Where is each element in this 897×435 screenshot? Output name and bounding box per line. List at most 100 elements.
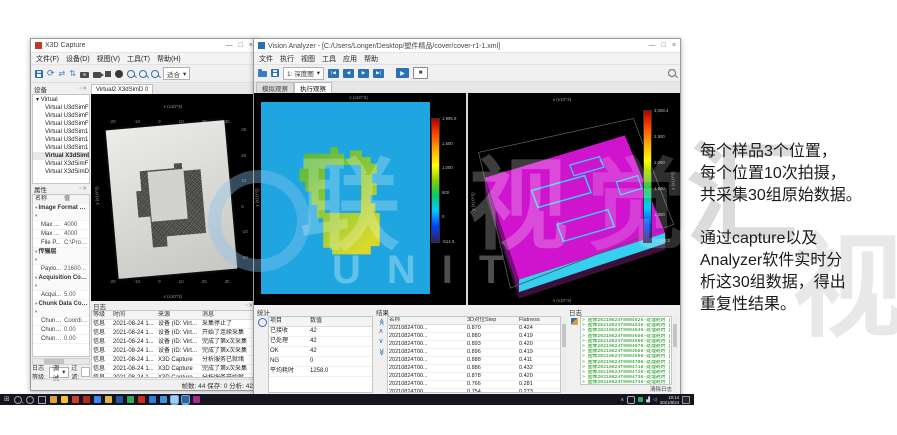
search-icon[interactable]: [668, 69, 676, 77]
props-row[interactable]: Acquisition Control: [33, 274, 89, 291]
capture-viewport-tab[interactable]: Virtual2 X3dSimD 0: [91, 84, 153, 94]
analyzer-close-button[interactable]: ×: [672, 42, 676, 49]
capture-menu-item[interactable]: 工具(T): [127, 54, 150, 64]
result-row[interactable]: 20210824T00... 0.754 0.273: [388, 389, 560, 392]
save-icon[interactable]: [35, 70, 43, 78]
zoom-in-icon[interactable]: [127, 70, 135, 78]
result-row[interactable]: 20210824T00... 0.880 0.419: [388, 333, 560, 341]
device-tree-item[interactable]: Virtual X3dSimF 0: [33, 160, 89, 168]
analyzer-tab[interactable]: 执行观察: [294, 82, 332, 93]
capture-titlebar[interactable]: X3D Capture — □ ×: [31, 39, 257, 53]
taskbar-app-icon[interactable]: [83, 396, 90, 403]
stop-capture-icon[interactable]: [105, 71, 111, 77]
taskbar-clock[interactable]: 10:14 2021/8/24: [660, 395, 679, 405]
taskbar-app-icon[interactable]: [94, 396, 101, 403]
horizontal-scrollbar[interactable]: [32, 358, 90, 365]
taskbar-app-icon[interactable]: [182, 396, 189, 403]
panel-dock-icons[interactable]: ▫✕: [79, 186, 88, 192]
scroll-top-button[interactable]: ≪: [377, 318, 385, 325]
taskbar-app-icon[interactable]: [160, 396, 167, 403]
record-icon[interactable]: [115, 70, 123, 78]
cortana-icon[interactable]: [26, 396, 34, 404]
results-scrollbar[interactable]: [562, 316, 566, 393]
device-tree-item[interactable]: Virtual U3dSimF 0: [33, 104, 89, 112]
analyzer-menu-item[interactable]: 帮助: [364, 54, 378, 64]
taskbar-app-icon[interactable]: [149, 396, 156, 403]
capture-menu-item[interactable]: 文件(F): [36, 54, 59, 64]
first-frame-button[interactable]: |◀: [328, 69, 339, 78]
result-row[interactable]: 20210824T00... 0.893 0.420: [388, 341, 560, 349]
zoom-fit-icon[interactable]: [151, 70, 159, 78]
analyzer-menu-item[interactable]: 文件: [259, 54, 273, 64]
result-row[interactable]: 20210824T00... 0.888 0.411: [388, 357, 560, 365]
analyzer-maximize-button[interactable]: □: [662, 42, 666, 49]
clear-log-button[interactable]: 清除日志: [580, 385, 672, 393]
props-row[interactable]: Chunk... CoordinateC: [33, 317, 89, 326]
video-capture-icon[interactable]: [93, 72, 101, 78]
notification-center-icon[interactable]: [682, 396, 690, 404]
props-row[interactable]: Max ... 4000: [33, 221, 89, 230]
props-row[interactable]: Acqui... 5.00: [33, 291, 89, 300]
clear-log-icon[interactable]: [571, 318, 578, 325]
snapshot-camera-icon[interactable]: [80, 72, 89, 78]
result-row[interactable]: 20210824T00... 0.896 0.419: [388, 349, 560, 357]
capture-menu-item[interactable]: 帮助(H): [157, 54, 181, 64]
capture-menu-item[interactable]: 设备(D): [66, 54, 90, 64]
view-mode-dropdown[interactable]: 1: 深度图 ▾: [283, 67, 324, 80]
disconnect-icon[interactable]: ⇅: [69, 70, 76, 78]
capture-log-row[interactable]: 信息 2021-08-24 1... X3D Capture 完成了第x次采集: [92, 365, 255, 374]
capture-log-row[interactable]: 信息 2021-08-24 1... 设备 (ID: Virt... 采集停止了: [92, 320, 255, 329]
open-folder-icon[interactable]: [258, 71, 267, 77]
zoom-out-icon[interactable]: [139, 70, 147, 78]
props-row[interactable]: Image Format Control: [33, 204, 89, 221]
last-frame-button[interactable]: ▶|: [373, 69, 384, 78]
surface-3d-viewport[interactable]: x (x10^3) y (x10^3) x (x10^3) 3,008.42,: [468, 93, 680, 305]
volume-icon[interactable]: ◁: [653, 397, 657, 403]
tray-status-icon[interactable]: [638, 397, 643, 402]
log-scrollbar[interactable]: [673, 316, 677, 393]
log-level-dropdown[interactable]: 调试 ▾: [49, 367, 70, 378]
capture-maximize-button[interactable]: □: [239, 42, 243, 49]
taskbar-app-icon[interactable]: [50, 396, 57, 403]
taskbar-app-icon[interactable]: [72, 396, 79, 403]
props-row[interactable]: Chunk... 0.00: [33, 335, 89, 344]
stats-row[interactable]: 平均耗时 1258.0: [269, 367, 372, 377]
props-row[interactable]: Max ... 4000: [33, 230, 89, 239]
analyzer-menu-item[interactable]: 执行: [280, 54, 294, 64]
analyzer-menu-item[interactable]: 工具: [322, 54, 336, 64]
result-row[interactable]: 20210824T00... 0.870 0.424: [388, 325, 560, 333]
reset-stats-icon[interactable]: [258, 318, 267, 327]
analyzer-log-list[interactable]: > 图像20210824T0004626-处理耗时 [993 msecs]> 图…: [580, 316, 672, 385]
run-button[interactable]: ▶: [396, 68, 409, 78]
tray-expand-icon[interactable]: ∧: [620, 397, 624, 403]
device-tree-item[interactable]: Virtual X3dSimD 0: [33, 152, 89, 160]
capture-log-row[interactable]: 信息 2021-08-24 1... X3D Capture 分析服务开始就绪 …: [92, 374, 255, 378]
stop-button[interactable]: ■: [413, 67, 428, 79]
result-row[interactable]: 20210824T00... 0.886 0.432: [388, 365, 560, 373]
device-tree-item[interactable]: Virtual U3dSimF 1: [33, 112, 89, 120]
capture-minimize-button[interactable]: —: [226, 42, 233, 49]
capture-log-row[interactable]: 信息 2021-08-24 1... 设备 (ID: Virt... 完成了第x…: [92, 347, 255, 356]
cloud-icon[interactable]: [627, 396, 635, 404]
analyzer-menu-item[interactable]: 视图: [301, 54, 315, 64]
capture-menu-item[interactable]: 视图(V): [97, 54, 120, 64]
analyzer-tab[interactable]: 模拟观察: [256, 82, 294, 93]
device-tree-item[interactable]: Virtual U3dSim1 1: [33, 136, 89, 144]
connect-icon[interactable]: ⇄: [59, 70, 66, 78]
save-icon[interactable]: [271, 69, 279, 77]
taskbar-app-icon[interactable]: [116, 396, 123, 403]
capture-log-row[interactable]: 信息 2021-08-24 1... X3D Capture 分析服务已就绪: [92, 356, 255, 365]
analyzer-menu-item[interactable]: 应用: [343, 54, 357, 64]
prev-frame-button[interactable]: ◀: [343, 69, 354, 78]
stats-row[interactable]: 已接收 42: [269, 327, 372, 337]
props-row[interactable]: File P... C:\Program Fil...: [33, 239, 89, 248]
capture-log-row[interactable]: 信息 2021-08-24 1... 设备 (ID: Virt... 开始了连续…: [92, 329, 255, 338]
scroll-up-button[interactable]: ∧: [378, 328, 383, 336]
stats-row[interactable]: NG 0: [269, 357, 372, 367]
stats-row[interactable]: 已处理 42: [269, 337, 372, 347]
network-icon[interactable]: ▟: [646, 397, 650, 403]
analyzer-titlebar[interactable]: Vision Analyzer - [C:/Users/Longer/Deskt…: [254, 39, 680, 53]
panel-dock-icons[interactable]: ▫✕: [79, 86, 88, 92]
taskbar-app-icon[interactable]: [105, 396, 112, 403]
refresh-icon[interactable]: ⟳: [47, 69, 55, 78]
